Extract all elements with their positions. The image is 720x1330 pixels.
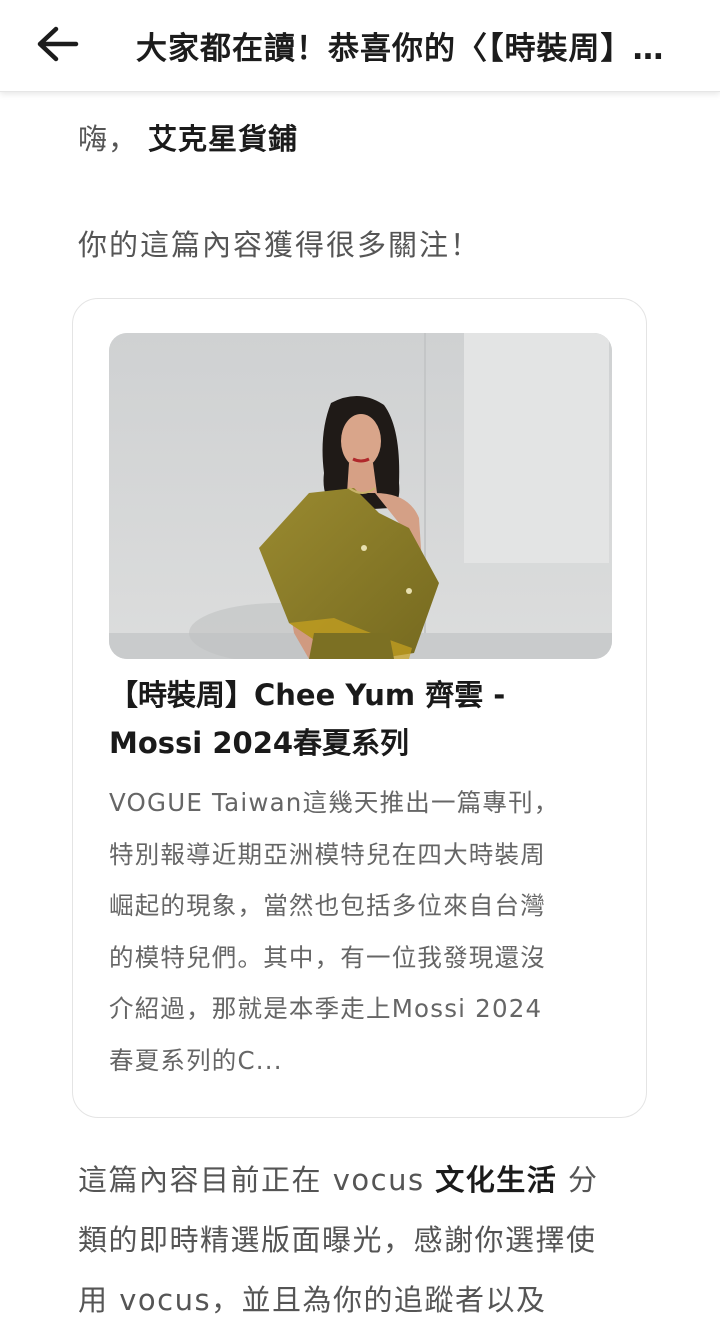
category-name: 文化生活 xyxy=(435,1163,558,1197)
article-excerpt: VOGUE Taiwan這幾天推出一篇專刊， 特別報導近期亞洲模特兒在四大時裝周… xyxy=(109,777,619,1086)
body-paragraph: 這篇內容目前正在 vocus 文化生活 分 類的即時精選版面曝光，感謝你選擇使 … xyxy=(78,1150,658,1330)
excerpt-line: 介紹過，那就是本季走上Mossi 2024 xyxy=(109,994,543,1023)
article-card[interactable]: 【時裝周】Chee Yum 齊雲 - Mossi 2024春夏系列 VOGUE … xyxy=(72,298,647,1118)
article-title-line: 【時裝周】Chee Yum 齊雲 - xyxy=(109,678,506,712)
article-title-line: Mossi 2024春夏系列 xyxy=(109,726,410,760)
excerpt-line: 春夏系列的C... xyxy=(109,1045,283,1075)
app-bar: 大家都在讀！恭喜你的〈【時裝周】Chee Yum 齊雲 - Mossi 2024… xyxy=(0,0,720,92)
excerpt-line: 崛起的現象，當然也包括多位來自台灣 xyxy=(109,891,546,920)
excerpt-line: VOGUE Taiwan這幾天推出一篇專刊， xyxy=(109,788,560,817)
article-cover-image xyxy=(109,333,612,659)
body-line: 類的即時精選版面曝光，感謝你選擇使 xyxy=(78,1223,597,1257)
intro-text: 你的這篇內容獲得很多關注！ xyxy=(78,228,482,262)
article-title: 【時裝周】Chee Yum 齊雲 - Mossi 2024春夏系列 xyxy=(109,671,612,767)
greeting: 嗨， 艾克星貨鋪 xyxy=(78,116,298,158)
greeting-name: 艾克星貨鋪 xyxy=(148,122,299,156)
excerpt-line: 特別報導近期亞洲模特兒在四大時裝周 xyxy=(109,839,546,869)
back-button[interactable] xyxy=(28,16,88,76)
body-text: 這篇內容目前正在 vocus xyxy=(78,1163,436,1197)
page-title: 大家都在讀！恭喜你的〈【時裝周】Chee Yum 齊雲 - Mossi 2024… xyxy=(136,31,676,67)
body-line: 用 vocus，並且為你的追蹤者以及 xyxy=(78,1283,547,1317)
body-text: 分 xyxy=(557,1163,599,1197)
body-line: 這篇內容目前正在 vocus 文化生活 分 xyxy=(78,1150,658,1210)
arrow-left-icon xyxy=(36,26,80,66)
greeting-prefix: 嗨， xyxy=(78,122,139,156)
excerpt-line: 的模特兒們。其中，有一位我發現還沒 xyxy=(109,942,546,972)
